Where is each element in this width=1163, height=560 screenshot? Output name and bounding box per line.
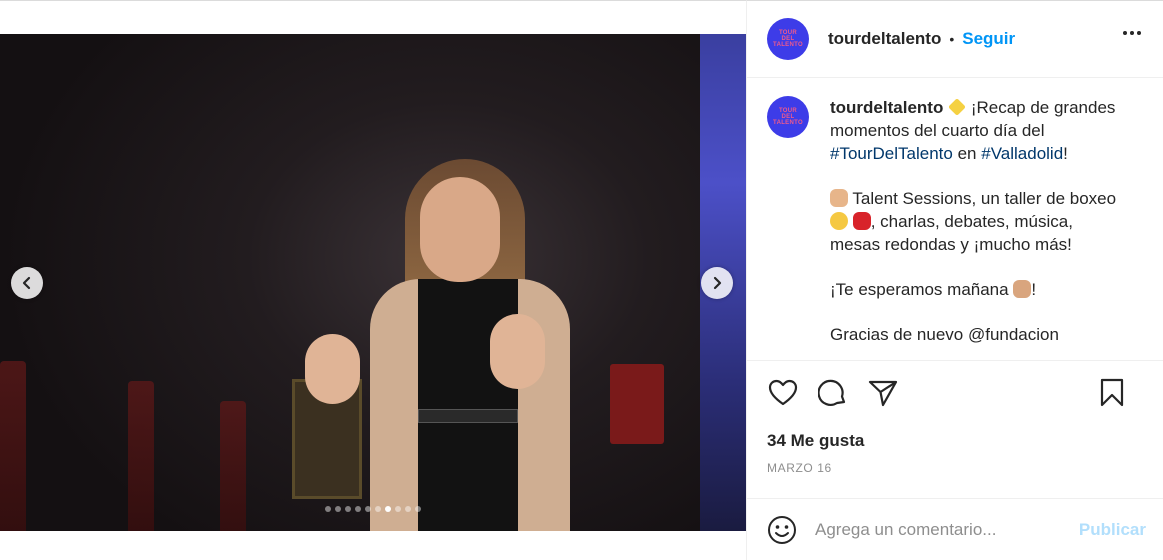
carousel-dot: [415, 506, 421, 512]
likes-count[interactable]: 34 Me gusta: [747, 431, 1163, 451]
follow-button[interactable]: Seguir: [962, 29, 1015, 49]
caption-text: tourdeltalento ¡Recap de grandes momento…: [830, 98, 1117, 344]
chevron-right-icon: [713, 276, 722, 290]
caption-para4: Gracias de nuevo @fundacion: [830, 325, 1059, 344]
post-side-panel: TOUR DEL TALENTO tourdeltalento • Seguir…: [746, 0, 1163, 560]
share-button[interactable]: [867, 377, 899, 409]
carousel-dot: [365, 506, 371, 512]
carousel-dot: [355, 506, 361, 512]
exit-sign: [610, 364, 664, 444]
sparkles-icon: [948, 98, 966, 116]
instagram-post-modal: TOUR DEL TALENTO tourdeltalento • Seguir…: [0, 0, 1163, 560]
post-date: MARZO 16: [767, 461, 832, 475]
caption-para3: ¡Te esperamos mañana: [830, 280, 1009, 299]
avatar-text-line: TALENTO: [773, 42, 803, 48]
bookmark-icon: [1100, 378, 1124, 407]
carousel-dot: [375, 506, 381, 512]
header-separator: •: [949, 31, 955, 47]
like-button[interactable]: [767, 377, 799, 409]
post-header: TOUR DEL TALENTO tourdeltalento • Seguir: [747, 1, 1163, 78]
carousel-dot: [385, 506, 391, 512]
caption-username[interactable]: tourdeltalento: [830, 98, 943, 117]
emoji-button[interactable]: [767, 515, 797, 545]
media-area: [0, 0, 746, 560]
carousel-dot: [345, 506, 351, 512]
post-photo[interactable]: [0, 34, 746, 531]
hashtag-link[interactable]: #Valladolid: [981, 144, 1063, 163]
carousel-prev-button[interactable]: [11, 267, 43, 299]
comment-input[interactable]: [815, 520, 1065, 540]
clapping-hands-icon: [1013, 280, 1032, 298]
caption-para2: Talent Sessions, un taller de boxeo: [852, 189, 1117, 208]
emoji-icon: [768, 516, 796, 544]
share-icon: [868, 380, 898, 407]
hashtag-link[interactable]: #TourDelTalento: [830, 144, 953, 163]
comment-box: Publicar: [747, 498, 1163, 560]
carousel-indicator: [0, 506, 746, 512]
carousel-dot: [395, 506, 401, 512]
avatar[interactable]: TOUR DEL TALENTO: [767, 18, 809, 60]
carousel-dot: [335, 506, 341, 512]
surprised-face-icon: [830, 212, 848, 230]
caption-area: TOUR DEL TALENTO tourdeltalento ¡Recap d…: [747, 78, 1163, 361]
comment-icon: [818, 379, 846, 406]
caption-avatar[interactable]: TOUR DEL TALENTO: [767, 96, 809, 138]
carousel-dot: [405, 506, 411, 512]
more-icon: [1123, 31, 1127, 35]
save-button[interactable]: [1096, 377, 1128, 409]
carousel-dot: [325, 506, 331, 512]
speaker: [300, 129, 600, 531]
raised-hands-icon: [830, 189, 848, 207]
boxing-glove-icon: [852, 212, 871, 230]
heart-icon: [768, 379, 798, 406]
chevron-left-icon: [22, 276, 31, 290]
comment-button[interactable]: [817, 377, 849, 409]
more-options-button[interactable]: [1123, 31, 1141, 35]
post-actions: 34 Me gusta MARZO 16: [747, 360, 1163, 498]
carousel-next-button[interactable]: [701, 267, 733, 299]
publish-button[interactable]: Publicar: [1079, 520, 1146, 540]
header-username[interactable]: tourdeltalento: [828, 29, 941, 49]
